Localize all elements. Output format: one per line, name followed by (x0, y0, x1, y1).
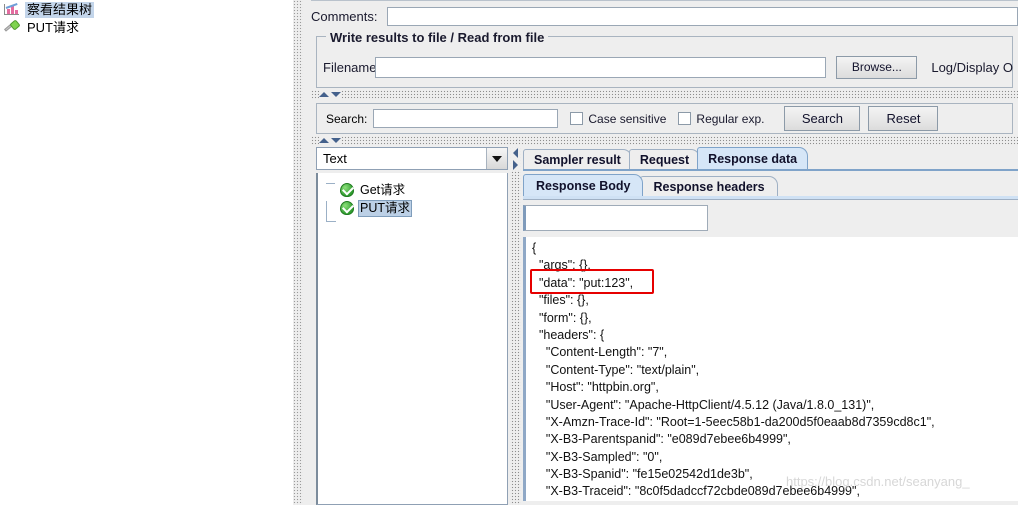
watermark-text: https://blog.csdn.net/seanyang_ (786, 474, 970, 489)
comments-input[interactable] (387, 6, 1018, 26)
render-format-combo[interactable]: Text (316, 147, 508, 170)
collapse-left-icon[interactable] (513, 148, 518, 158)
collapse-down-icon-2[interactable] (331, 138, 341, 143)
tree-branch-line-2 (326, 201, 336, 222)
response-body-line: "Content-Type": "text/plain", (532, 362, 700, 377)
success-shield-icon-2 (340, 201, 355, 215)
collapse-up-icon[interactable] (319, 92, 329, 97)
result-detail-pane: Sampler result Request Response data Res… (523, 147, 1018, 505)
panel-top-divider (311, 0, 1018, 3)
search-button[interactable]: Search (784, 106, 861, 131)
response-body-line: "X-B3-Parentspanid": "e089d7ebee6b4999", (532, 432, 791, 447)
browse-button[interactable]: Browse... (836, 55, 918, 79)
result-tabs: Sampler result Request Response data (523, 147, 1018, 169)
desktop-tree-fragment: 察看结果树 PUT请求 (0, 0, 292, 505)
tree-node-get-label: Get请求 (360, 182, 406, 197)
response-body-line: "args": {}, (532, 258, 591, 273)
results-tree-listener-icon (4, 2, 22, 18)
split-divider-lower-arrows[interactable] (319, 136, 341, 145)
response-body-line: "Content-Length": "7", (532, 345, 668, 360)
tab-sampler-result[interactable]: Sampler result (523, 149, 632, 169)
response-body-line: "Host": "httpbin.org", (532, 380, 659, 395)
response-filter-input[interactable] (523, 205, 708, 231)
main-split-divider[interactable] (292, 0, 303, 505)
response-body-line: "X-Amzn-Trace-Id": "Root=1-5eec58b1-da20… (532, 414, 935, 429)
tree-node-put-label: PUT请求 (358, 199, 413, 217)
tree-node-put[interactable]: PUT请求 (318, 199, 507, 222)
split-divider-upper[interactable] (311, 90, 1018, 99)
reset-button[interactable]: Reset (868, 106, 939, 131)
render-format-value: Text (323, 151, 347, 166)
case-sensitive-box-icon[interactable] (570, 112, 584, 125)
response-body-line: "files": {}, (532, 293, 589, 308)
results-tree-pane: Text Get请求 PUT请求 (316, 147, 508, 505)
listener-config-panel: Comments: Write results to file / Read f… (303, 0, 1018, 505)
chevron-down-icon (492, 155, 502, 162)
render-format-dropdown-button[interactable] (486, 148, 507, 169)
response-body-line: "data": "put:123", (532, 275, 634, 290)
comments-row: Comments: (311, 5, 1018, 27)
search-bar: Search: Case sensitive Regular exp. Sear… (316, 103, 1013, 134)
tree-branch-line-1 (326, 183, 335, 186)
response-subtabs-underline (523, 196, 1018, 200)
response-subtabs: Response Body Response headers (523, 174, 1018, 196)
result-tabs-underline (523, 169, 1018, 171)
split-divider-lower[interactable] (311, 136, 1018, 145)
collapse-down-icon[interactable] (331, 92, 341, 97)
results-split-divider-arrows[interactable] (511, 148, 520, 170)
response-body-line: "User-Agent": "Apache-HttpClient/4.5.12 … (532, 397, 875, 412)
response-body-line: "form": {}, (532, 310, 592, 325)
case-sensitive-label: Case sensitive (588, 111, 667, 126)
filename-row: Filename Browse... Log/Display O (323, 55, 1013, 79)
comments-label: Comments: (311, 8, 378, 24)
collapse-up-icon-2[interactable] (319, 138, 329, 143)
sample-result-tree[interactable]: Get请求 PUT请求 (316, 173, 508, 505)
filename-input[interactable] (375, 56, 827, 78)
success-shield-icon (340, 183, 355, 197)
tab-response-data[interactable]: Response data (697, 147, 809, 169)
log-display-only-label[interactable]: Log/Display O (931, 60, 1013, 75)
regular-exp-box-icon[interactable] (678, 112, 692, 125)
subtab-response-body[interactable]: Response Body (523, 174, 644, 196)
regular-exp-checkbox[interactable]: Regular exp. (678, 112, 764, 126)
desktop-tree-item-listener-label: 察看结果树 (25, 1, 95, 18)
response-body-line: "X-B3-Sampled": "0", (532, 449, 663, 464)
desktop-tree-item-listener[interactable]: 察看结果树 (4, 1, 95, 18)
tree-node-get[interactable]: Get请求 (318, 181, 507, 199)
results-split-divider[interactable] (510, 147, 521, 505)
filename-label: Filename (323, 59, 377, 75)
response-body-line: "headers": { (532, 327, 605, 342)
results-region: Text Get请求 PUT请求 Sampler result Request … (316, 147, 1018, 505)
desktop-tree-item-sampler-label: PUT请求 (27, 19, 80, 35)
regular-exp-label: Regular exp. (696, 111, 765, 126)
response-body-viewer[interactable]: { "args": {}, "data": "put:123", "files"… (523, 237, 1018, 501)
http-sampler-icon (4, 18, 22, 36)
desktop-tree-item-sampler[interactable]: PUT请求 (4, 18, 81, 36)
write-results-group-title: Write results to file / Read from file (326, 30, 549, 45)
search-input[interactable] (373, 109, 559, 128)
subtab-response-headers[interactable]: Response headers (640, 176, 778, 196)
case-sensitive-checkbox[interactable]: Case sensitive (570, 112, 666, 126)
app-root: 察看结果树 PUT请求 Comments: Write results to f… (0, 0, 1018, 505)
search-label: Search: (326, 111, 368, 126)
tab-request[interactable]: Request (628, 149, 701, 169)
collapse-right-icon[interactable] (513, 160, 518, 170)
response-body-line: { (532, 241, 537, 255)
split-divider-upper-arrows[interactable] (319, 90, 341, 99)
